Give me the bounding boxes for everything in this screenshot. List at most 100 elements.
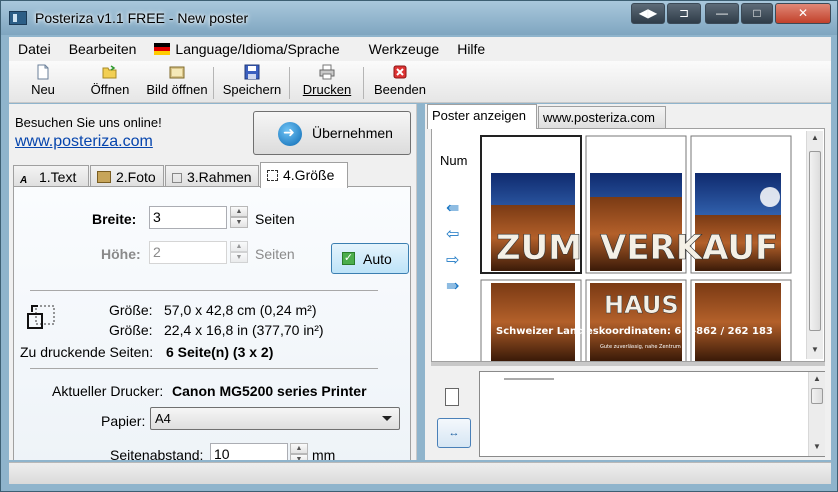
printer-name: Canon MG5200 series Printer — [172, 383, 367, 399]
open-button[interactable]: Öffnen — [87, 64, 133, 102]
fit-width-button[interactable]: ↔ — [437, 418, 471, 448]
chevron-down-icon — [382, 416, 392, 421]
save-disk-icon — [244, 64, 260, 80]
minimize-button[interactable]: — — [705, 3, 739, 24]
preview-splitter[interactable] — [431, 362, 825, 366]
page-detail-view: ▲ ▼ — [479, 371, 825, 457]
margin-input[interactable]: 10 — [210, 443, 288, 460]
poster-pages-grid: ZUM VERKAUF HAUS Schweizer Land eskoordi… — [480, 135, 792, 361]
apply-button-label: Übernehmen — [312, 125, 393, 141]
page-detail-text-line — [504, 378, 554, 380]
size-label-cm: Größe: — [109, 302, 153, 318]
new-button[interactable]: Neu — [23, 64, 63, 102]
window-switch-button[interactable]: ◀▶ — [631, 3, 665, 24]
printer-label: Aktueller Drucker: — [52, 383, 164, 399]
right-double-arrow-icon[interactable]: ⇛ — [446, 279, 462, 295]
auto-toggle[interactable]: ✓ Auto — [331, 243, 409, 274]
tab-website[interactable]: www.posteriza.com — [538, 106, 666, 128]
tab-photo[interactable]: 2.Foto — [90, 165, 164, 187]
app-window: Posteriza v1.1 FREE - New poster ◀▶ ⊐ — … — [0, 0, 838, 492]
left-arrow-icon[interactable]: ⇦ — [446, 227, 462, 243]
open-image-button[interactable]: Bild öffnen — [145, 64, 209, 102]
detail-scroll-thumb[interactable] — [811, 388, 823, 404]
menu-language[interactable]: Language/Idioma/Sprache — [145, 41, 359, 57]
poster-house-text: HAUS — [604, 291, 679, 319]
app-logo-icon — [9, 11, 27, 25]
left-double-arrow-icon[interactable]: ⇚ — [446, 201, 462, 217]
page-number-toggle[interactable]: Num — [440, 153, 467, 168]
toolbar-separator — [363, 67, 364, 99]
height-unit: Seiten — [255, 246, 295, 262]
checkmark-icon: ✓ — [342, 252, 355, 265]
menu-werkzeuge[interactable]: Werkzeuge — [360, 41, 449, 57]
exit-button[interactable]: Beenden — [371, 64, 429, 102]
save-button[interactable]: Speichern — [221, 64, 283, 102]
toolbar-separator — [213, 67, 214, 99]
toolbar-separator — [289, 67, 290, 99]
divider — [30, 368, 378, 369]
poster-subline-left: Schweizer Land — [496, 326, 584, 337]
print-button[interactable]: Drucken — [299, 64, 355, 102]
toolbar: Neu Öffnen Bild öffnen Speichern Drucken… — [9, 61, 831, 103]
resize-icon — [267, 170, 278, 181]
save-button-label: Speichern — [222, 82, 282, 97]
size-value-in: 22,4 x 16,8 in (377,70 in²) — [164, 322, 324, 338]
poster-size-icon — [27, 305, 55, 329]
paper-select[interactable]: A4 — [150, 407, 400, 430]
poster-preview: Num ⇚ ⇦ ⇨ ⇛ ZUM VERKAUF HAUS Schweizer L… — [431, 128, 825, 362]
menu-hilfe[interactable]: Hilfe — [448, 41, 494, 57]
width-spinner[interactable]: ▲ ▼ — [230, 206, 248, 229]
width-input[interactable]: 3 — [149, 206, 227, 229]
frame-icon — [172, 173, 182, 183]
pages-label: Zu druckende Seiten: — [20, 344, 154, 360]
tab-frame[interactable]: 3.Rahmen — [165, 165, 259, 187]
open-image-button-label: Bild öffnen — [146, 82, 208, 97]
maximize-button[interactable]: □ — [741, 3, 773, 24]
poster-headline-left: ZUM — [496, 228, 582, 268]
poster-page[interactable] — [690, 279, 792, 361]
height-spinner[interactable]: ▲ ▼ — [230, 241, 248, 264]
tab-text[interactable]: A 1.Text — [13, 165, 89, 187]
new-document-icon — [37, 64, 49, 80]
margin-label: Seitenabstand: — [110, 447, 204, 460]
apply-button[interactable]: Übernehmen — [253, 111, 411, 155]
printer-icon — [319, 64, 335, 80]
menu-bar: Datei Bearbeiten Language/Idioma/Sprache… — [9, 37, 831, 61]
open-folder-icon — [102, 65, 117, 79]
scroll-thumb[interactable] — [809, 151, 821, 331]
settings-panel: Besuchen Sie uns online! www.posteriza.c… — [9, 104, 417, 460]
paper-select-value: A4 — [155, 411, 171, 426]
open-image-icon — [169, 66, 185, 79]
window-title: Posteriza v1.1 FREE - New poster — [35, 10, 249, 26]
menu-datei[interactable]: Datei — [9, 41, 60, 57]
status-bar — [9, 462, 831, 484]
preview-panel: Poster anzeigen www.posteriza.com Num ⇚ … — [425, 104, 831, 460]
close-button[interactable]: ✕ — [775, 3, 831, 24]
preview-scrollbar[interactable]: ▲ ▼ — [806, 131, 823, 359]
tab-size-label: 4.Größe — [283, 167, 335, 183]
german-flag-icon — [154, 43, 171, 55]
detail-scrollbar[interactable]: ▲ ▼ — [808, 372, 825, 456]
poster-subline-right: -862 / 262 183 — [692, 326, 773, 337]
tab-frame-label: 3.Rahmen — [187, 169, 252, 185]
poster-small-print: Gute zuverlässig, nahe Zentrum — [600, 344, 681, 350]
margin-spinner[interactable]: ▲ ▼ — [290, 443, 308, 460]
promo-text: Besuchen Sie uns online! — [15, 115, 162, 130]
right-arrow-icon[interactable]: ⇨ — [446, 253, 462, 269]
height-label: Höhe: — [101, 246, 141, 262]
website-link[interactable]: www.posteriza.com — [15, 133, 153, 151]
menu-bearbeiten[interactable]: Bearbeiten — [60, 41, 146, 57]
title-bar[interactable]: Posteriza v1.1 FREE - New poster ◀▶ ⊐ — … — [1, 1, 837, 35]
size-value-cm: 57,0 x 42,8 cm (0,24 m²) — [164, 302, 317, 318]
tab-size[interactable]: 4.Größe — [260, 162, 348, 188]
size-tab-content: Breite: 3 ▲ ▼ Seiten Höhe: 2 ▲ ▼ Seiten ✓ … — [13, 186, 411, 460]
new-button-label: Neu — [31, 82, 55, 97]
photo-icon — [97, 171, 111, 183]
page-portrait-icon[interactable] — [445, 388, 459, 406]
poster-page[interactable] — [480, 279, 582, 361]
tab-poster-preview[interactable]: Poster anzeigen — [427, 104, 537, 129]
height-input[interactable]: 2 — [149, 241, 227, 264]
open-button-label: Öffnen — [90, 82, 130, 97]
auto-toggle-label: Auto — [363, 251, 392, 267]
window-tile-button[interactable]: ⊐ — [667, 3, 701, 24]
